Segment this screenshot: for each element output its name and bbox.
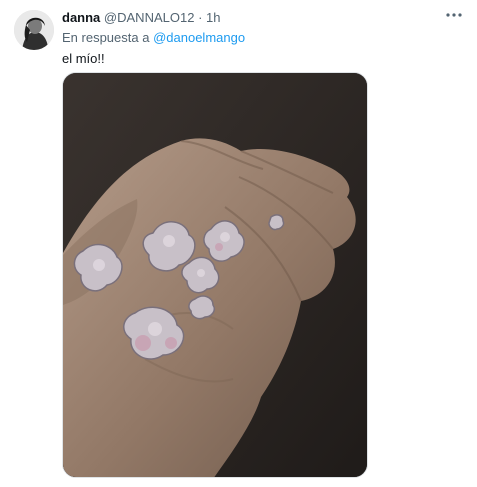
separator-dot: · [198,10,203,25]
reply-mention-link[interactable]: @danoelmango [153,30,245,45]
reply-context: En respuesta a @danoelmango [62,30,245,46]
timestamp[interactable]: 1h [206,10,220,25]
more-button[interactable] [443,8,465,26]
tweet-card[interactable]: danna @DANNALO12 · 1h En respuesta a @da… [0,0,477,487]
author-handle[interactable]: @DANNALO12 [104,10,195,25]
tweet-header: danna @DANNALO12 · 1h [62,10,221,26]
author-name[interactable]: danna [62,10,100,25]
photo-hand-with-gum [63,73,367,477]
more-horizontal-icon [445,6,463,29]
reply-prefix: En respuesta a [62,30,150,45]
tweet-text: el mío!! [62,51,105,66]
avatar[interactable] [14,10,54,50]
tweet-photo[interactable] [62,72,368,478]
avatar-image [14,10,54,50]
